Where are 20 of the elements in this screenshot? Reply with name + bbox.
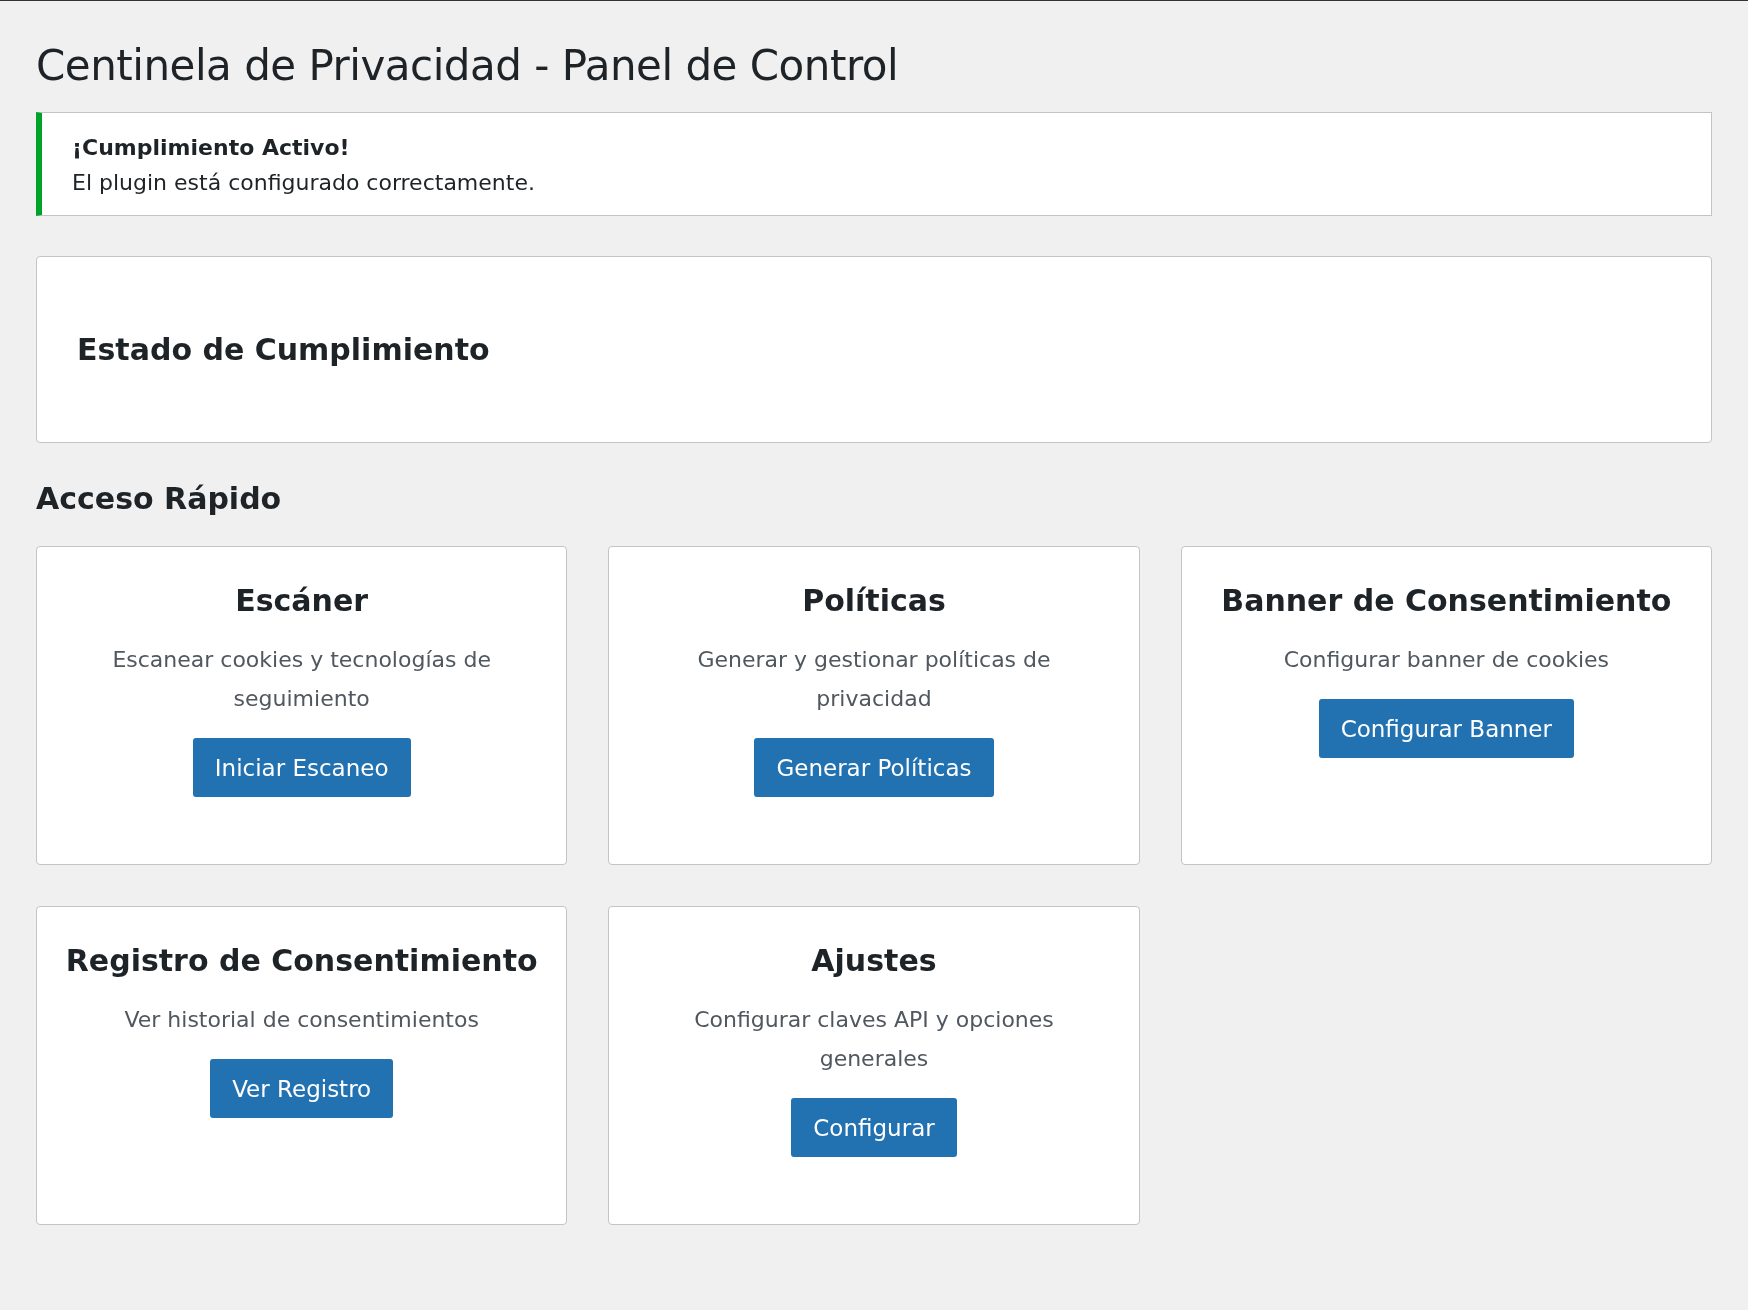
status-card-title: Estado de Cumplimiento xyxy=(77,332,490,367)
card-action-button[interactable]: Configurar xyxy=(791,1098,957,1157)
card-title: Registro de Consentimiento xyxy=(65,943,538,978)
card-description: Escanear cookies y tecnologías de seguimiento xyxy=(111,646,492,713)
card-description: Configurar claves API y opciones generales xyxy=(693,1006,1055,1073)
section-heading: Acceso Rápido xyxy=(36,481,283,516)
card-title: Banner de Consentimiento xyxy=(1221,583,1672,618)
card-title: Políticas xyxy=(802,583,946,618)
card-action-button[interactable]: Iniciar Escaneo xyxy=(192,738,411,797)
card-action-button[interactable]: Ver Registro xyxy=(210,1059,394,1118)
card-title: Ajustes xyxy=(811,943,937,978)
page-title: Centinela de Privacidad - Panel de Control xyxy=(36,41,900,90)
card-description: Generar y gestionar políticas de privacidad xyxy=(696,646,1052,713)
card-description: Configurar banner de cookies xyxy=(1283,646,1609,674)
card-action-button[interactable]: Generar Políticas xyxy=(754,738,994,797)
card-action-button[interactable]: Configurar Banner xyxy=(1318,699,1574,758)
card-title: Escáner xyxy=(235,583,369,618)
notice-message: El plugin está configurado correctamente. xyxy=(72,170,536,195)
card-description: Ver historial de consentimientos xyxy=(124,1006,479,1034)
notice-title: ¡Cumplimiento Activo! xyxy=(72,135,351,160)
